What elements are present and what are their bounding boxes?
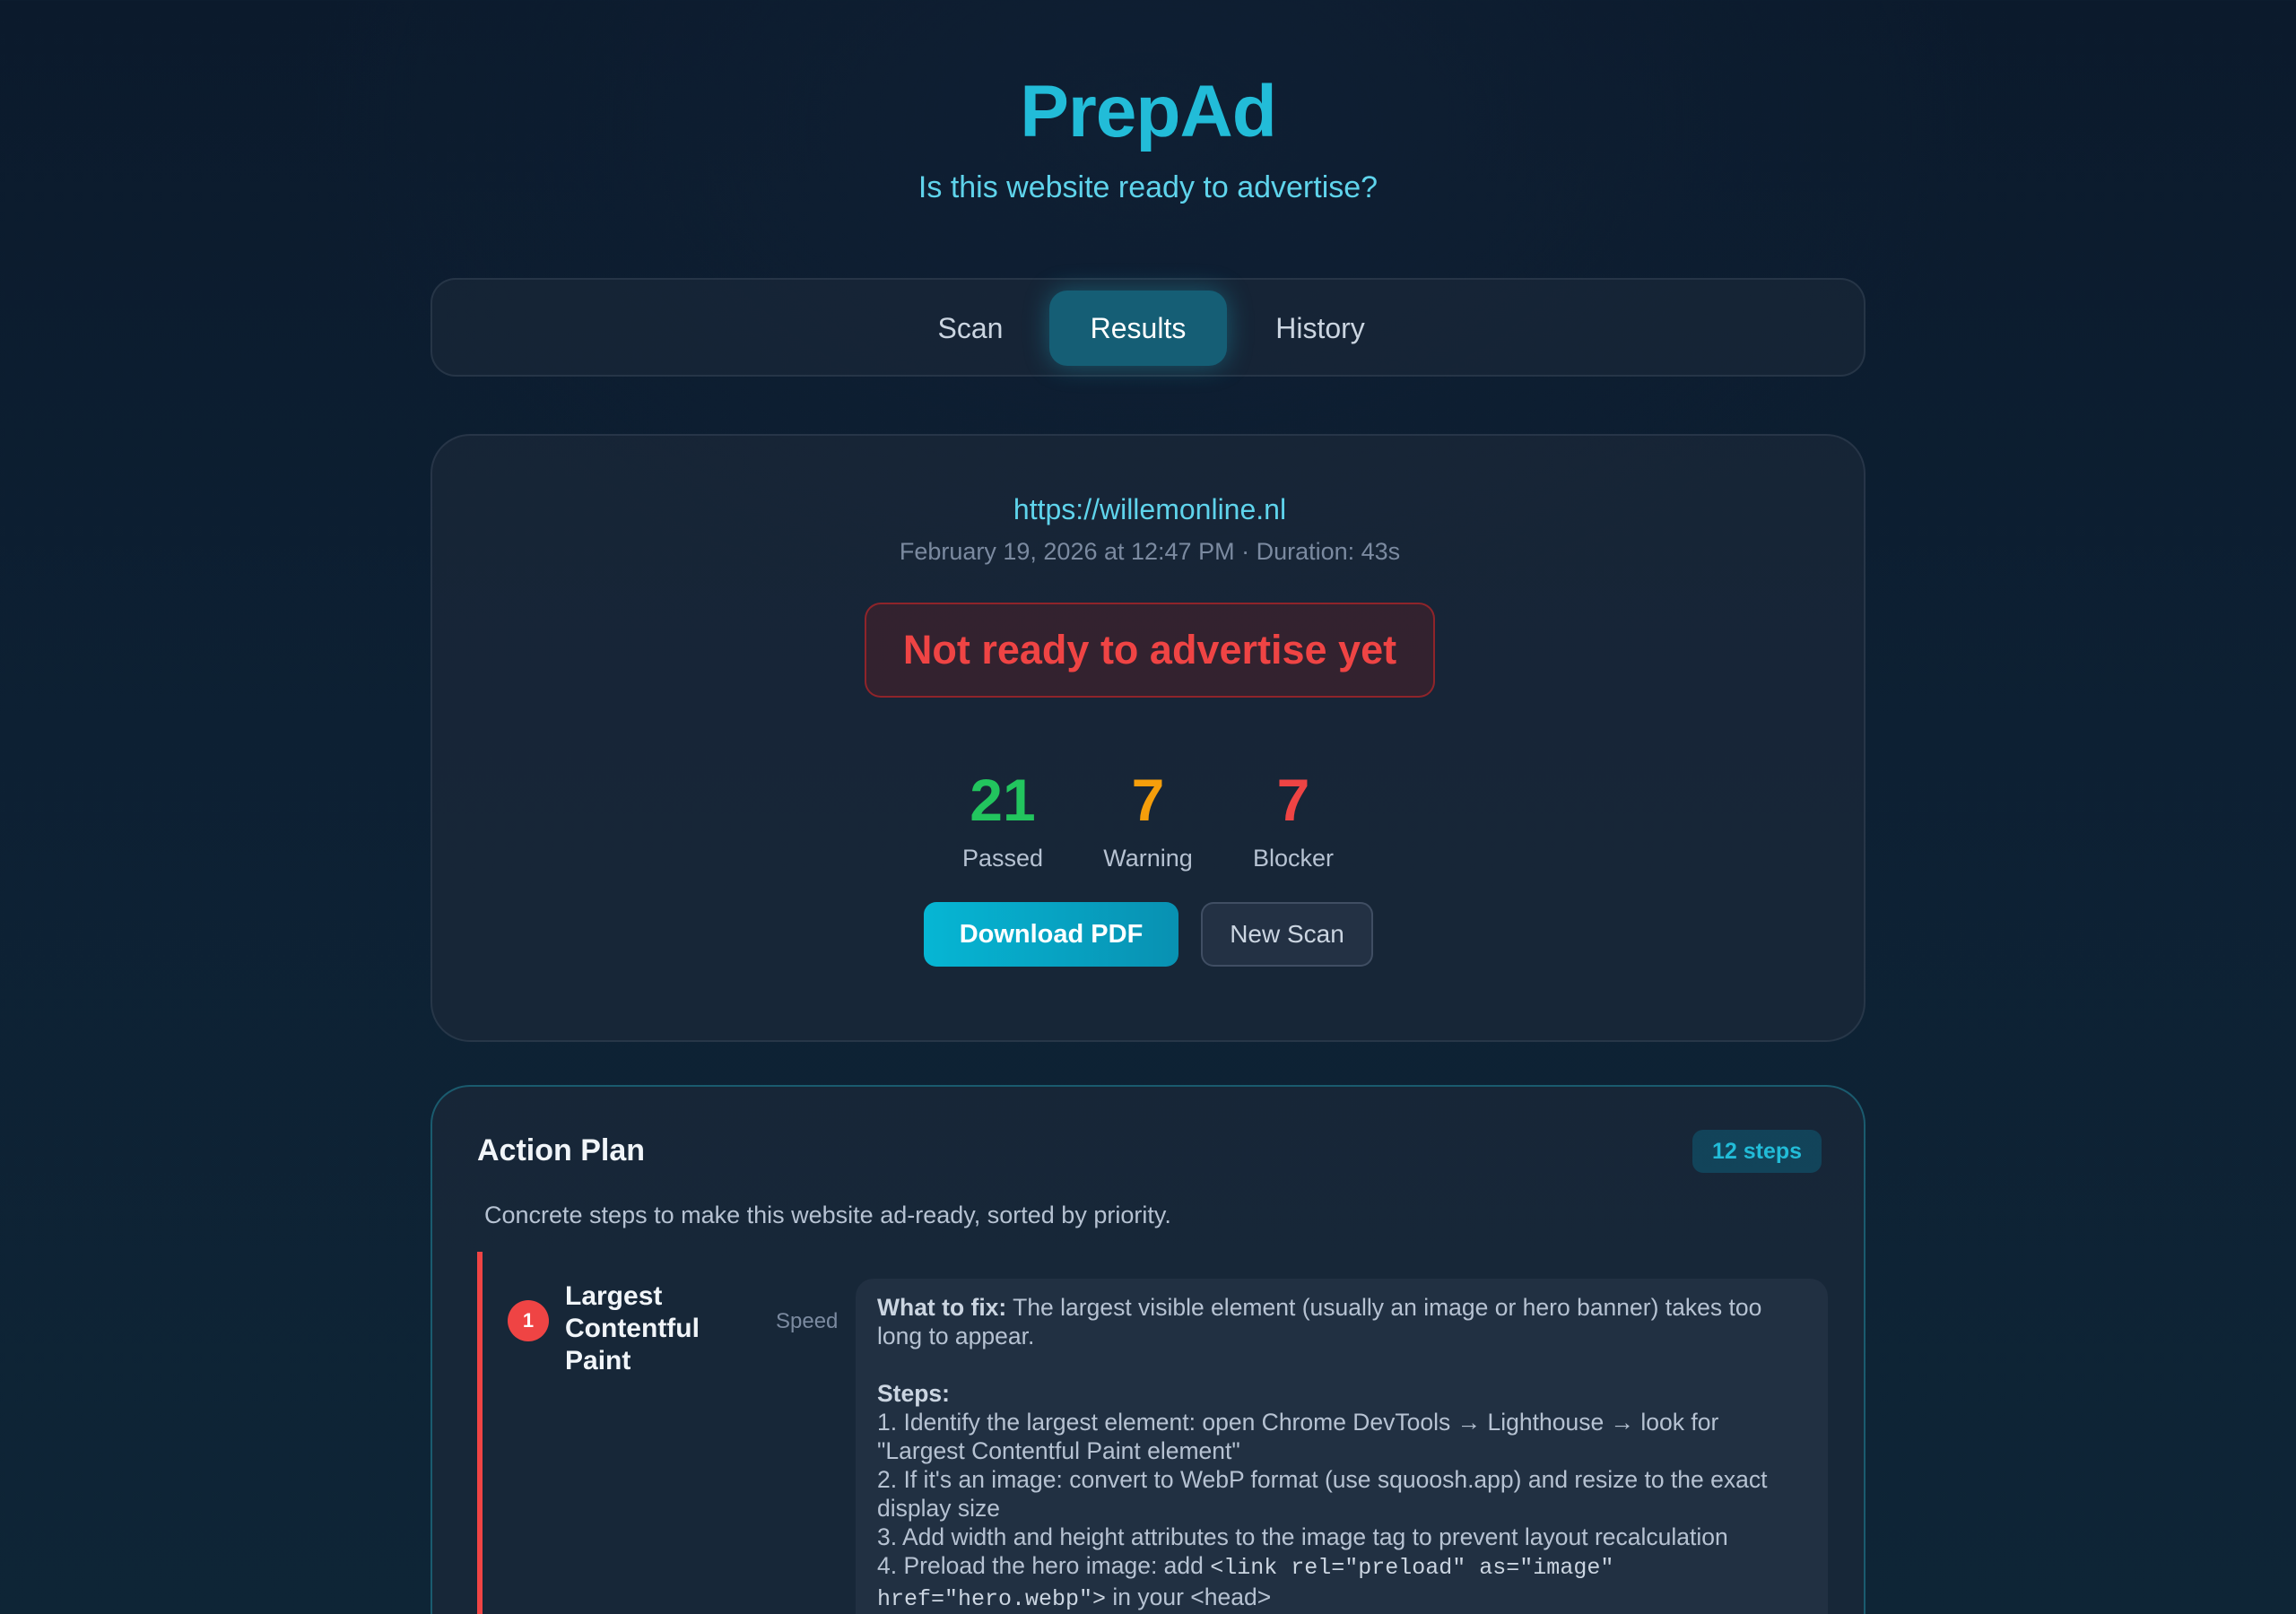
scanned-url[interactable]: https://willemonline.nl — [432, 493, 1867, 526]
tab-scan[interactable]: Scan — [899, 291, 1042, 366]
step-3: 3. Add width and height attributes to th… — [877, 1523, 1728, 1550]
steps-count-badge: 12 steps — [1692, 1130, 1822, 1173]
stat-warning-value: 7 — [1131, 767, 1165, 833]
what-to-fix-label: What to fix: — [877, 1294, 1007, 1321]
fix-instructions: What to fix: The largest visible element… — [856, 1279, 1828, 1614]
steps-label: Steps: — [877, 1380, 950, 1407]
brand-title: PrepAd — [1020, 71, 1277, 152]
stat-blocker: 7 Blocker — [1213, 768, 1374, 872]
scan-meta: February 19, 2026 at 12:47 PM · Duration… — [899, 538, 1401, 565]
verdict-badge: Not ready to advertise yet — [865, 603, 1435, 698]
tab-bar: Scan Results History — [430, 278, 1866, 377]
action-plan-title: Action Plan — [477, 1133, 646, 1167]
action-item-title: Largest Contentful Paint — [565, 1281, 700, 1375]
action-plan-description: Concrete steps to make this website ad-r… — [484, 1202, 1171, 1228]
download-pdf-button[interactable]: Download PDF — [924, 902, 1178, 967]
stat-passed-label: Passed — [961, 845, 1044, 872]
step-4: 4. Preload the hero image: add <link rel… — [877, 1552, 1614, 1612]
stat-passed: 21 Passed — [922, 768, 1083, 872]
results-summary-card: https://willemonline.nl February 19, 202… — [430, 434, 1866, 1042]
app: PrepAd Is this website ready to advertis… — [0, 0, 2296, 1614]
what-to-fix: What to fix: The largest visible element… — [877, 1293, 1806, 1350]
stat-warning: 7 Warning — [1067, 768, 1229, 872]
tab-history[interactable]: History — [1231, 291, 1410, 366]
stat-blocker-label: Blocker — [1252, 845, 1335, 872]
new-scan-button[interactable]: New Scan — [1201, 902, 1373, 967]
tab-results[interactable]: Results — [1049, 291, 1227, 366]
action-plan-card: Action Plan 12 steps Concrete steps to m… — [430, 1085, 1866, 1614]
action-item-category: Speed — [776, 1309, 839, 1333]
step-1: 1. Identify the largest element: open Ch… — [877, 1409, 1719, 1464]
action-item: 1 Largest Contentful Paint Speed What to… — [477, 1252, 1828, 1614]
what-to-fix-text: The largest visible element (usually an … — [877, 1294, 1762, 1349]
stat-passed-value: 21 — [970, 767, 1036, 833]
stat-blocker-value: 7 — [1276, 767, 1310, 833]
priority-number-badge: 1 — [508, 1300, 549, 1341]
step-2: 2. If it's an image: convert to WebP for… — [877, 1466, 1768, 1522]
tagline: Is this website ready to advertise? — [918, 170, 1378, 204]
stat-warning-label: Warning — [1103, 845, 1193, 872]
